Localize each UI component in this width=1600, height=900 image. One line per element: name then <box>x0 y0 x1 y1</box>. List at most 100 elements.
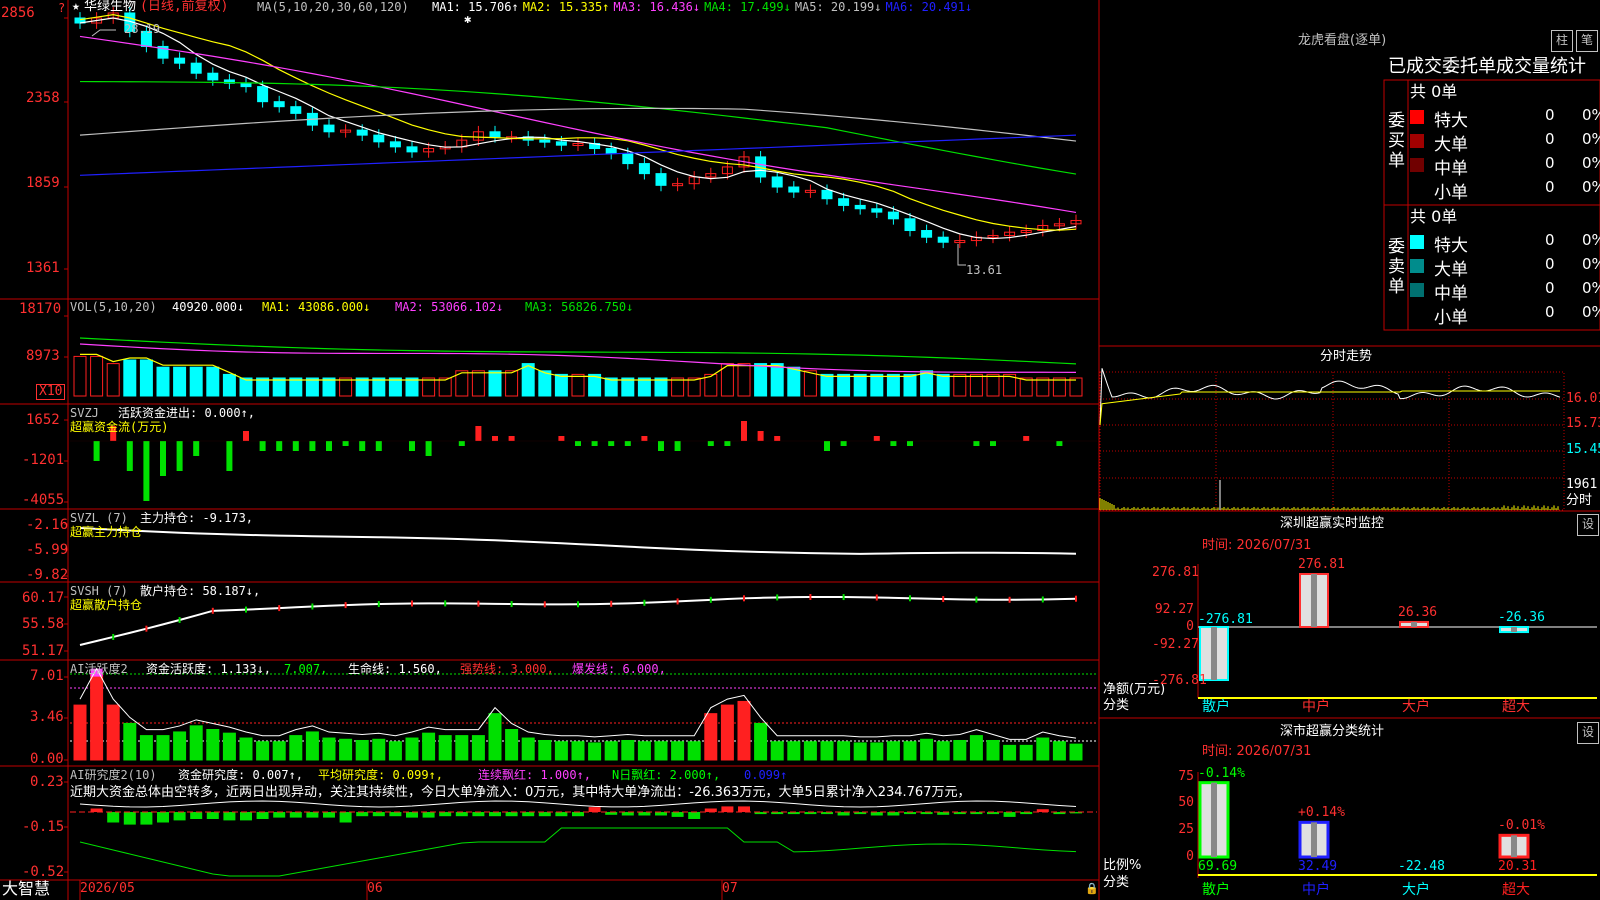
activity-bar <box>139 735 153 761</box>
activity-bar <box>521 737 535 761</box>
fund-flow-bar <box>658 441 664 451</box>
candle-down <box>821 189 833 200</box>
activity-bar <box>604 741 618 761</box>
activity-bar <box>272 741 286 761</box>
buy-order-color-swatch <box>1410 134 1424 148</box>
activity-bar <box>720 704 734 761</box>
candle-down <box>356 129 368 136</box>
volume-bar <box>853 373 867 397</box>
brand-logo[interactable]: 大智慧 <box>2 880 50 898</box>
candle-down <box>174 57 186 64</box>
ai1-label: AI活跃度2 <box>70 662 128 676</box>
ai2-ytick-0: 0.23 <box>30 774 64 790</box>
volume-bar <box>222 373 236 397</box>
period-label[interactable]: (日线,前复权) <box>140 0 228 14</box>
candle-down <box>373 134 385 143</box>
buy-order-color-swatch <box>1410 110 1424 124</box>
volume-bar <box>206 366 220 397</box>
lock-icon[interactable]: 🔒 <box>1085 882 1099 896</box>
ai2-nday: N日飘红: 2.000↑, <box>612 768 721 782</box>
intraday-title: 分时走势 <box>1320 349 1373 364</box>
ai2-cont: 连续飘红: 1.000↑, <box>478 768 592 782</box>
activity-bar <box>969 735 983 761</box>
activity-bar <box>870 742 884 761</box>
fund-flow-bar <box>890 441 897 446</box>
research-bar <box>190 812 203 819</box>
svsh-desc: 散户持仓: 58.187↓, <box>140 584 261 598</box>
buy-order-name: 小单 <box>1434 183 1468 203</box>
activity-bar <box>754 722 768 761</box>
activity-bar <box>422 732 436 761</box>
candle-down <box>871 208 883 213</box>
activity-bar <box>123 722 137 761</box>
buy-order-row: 大单 0 0% <box>1410 130 1600 155</box>
ai1-strong: 强势线: 3.000, <box>460 662 554 676</box>
sell-order-color-swatch <box>1410 235 1424 249</box>
volume-bar <box>1052 377 1066 397</box>
activity-bar <box>239 737 253 761</box>
star-icon[interactable]: ★ <box>72 0 80 14</box>
classify-category: 中户 <box>1302 882 1330 898</box>
volume-bar <box>305 377 319 397</box>
ai1-desc: 资金活跃度: 1.133↓, <box>146 662 272 676</box>
buy-order-percent: 0% <box>1582 130 1600 148</box>
fund-flow-bar <box>757 431 764 441</box>
fund-flow-bar <box>724 441 731 446</box>
fund-flow-bar <box>425 441 432 456</box>
classify-settings-button[interactable]: 设 <box>1577 722 1599 744</box>
svsh-ytick-0: 60.17 <box>22 590 65 606</box>
volume-bar <box>538 370 552 397</box>
kline-chart-area[interactable] <box>0 0 1600 900</box>
monitor-ytick: 92.27 <box>1154 602 1194 617</box>
bar-mode-button[interactable]: 柱 <box>1551 30 1573 52</box>
svzj-sub: 超赢资金流(万元) <box>70 420 169 434</box>
classify-category: 散户 <box>1202 882 1230 898</box>
vol-unit: X10 <box>36 384 66 400</box>
ai2-desc: 资金研究度: 0.007↑, <box>178 768 304 782</box>
candle-down <box>257 86 269 103</box>
volume-bar <box>969 373 983 397</box>
sell-order-name: 大单 <box>1434 260 1468 280</box>
activity-bar <box>737 700 751 761</box>
candle-down <box>838 198 850 206</box>
classify-value: 69.69 <box>1198 859 1238 874</box>
intraday-ytick-1: 15.73 <box>1566 416 1600 431</box>
activity-bar <box>704 713 718 761</box>
monitor-settings-button[interactable]: 设 <box>1577 514 1599 536</box>
classify-ytick: 75 <box>1178 769 1194 784</box>
monitor-ytick: -92.27 <box>1152 637 1199 652</box>
ma-value-1: MA1: 15.706↑ <box>432 0 519 14</box>
monitor-side-label-2: 分类 <box>1103 698 1130 713</box>
research-bar <box>505 812 518 817</box>
research-bar <box>356 812 369 817</box>
monitor-category: 大户 <box>1402 699 1430 715</box>
question-icon[interactable]: ? <box>58 1 65 15</box>
research-bar <box>655 812 667 816</box>
volume-bar <box>604 377 618 397</box>
classify-side-label: 比例% <box>1103 858 1142 873</box>
activity-bar <box>853 742 867 761</box>
svzl-ytick-1: -5.99 <box>26 542 69 558</box>
sell-order-label: 委卖单 <box>1388 237 1405 297</box>
research-bar <box>522 812 535 817</box>
tick-mode-button[interactable]: 笔 <box>1576 30 1598 52</box>
vol-value: 40920.000↓ <box>172 300 245 314</box>
classify-category: 超大 <box>1502 882 1530 898</box>
volume-bar <box>471 370 485 397</box>
classify-ytick: 0 <box>1186 849 1194 864</box>
candle-down <box>854 204 866 210</box>
activity-bar <box>156 735 170 761</box>
ai2-label: AI研究度2(10) <box>70 768 157 782</box>
volume-bar <box>820 373 834 397</box>
monitor-category: 中户 <box>1302 699 1330 715</box>
activity-bar <box>90 674 104 761</box>
research-bar <box>455 812 468 817</box>
research-bar <box>588 807 601 812</box>
candle-down <box>539 139 551 143</box>
classify-category: 大户 <box>1402 882 1430 898</box>
fund-flow-bar <box>608 441 615 446</box>
monitor-time: 时间: 2026/07/31 <box>1202 538 1312 553</box>
activity-bar <box>1019 744 1033 761</box>
activity-bar <box>305 731 319 761</box>
candle-down <box>655 173 667 186</box>
